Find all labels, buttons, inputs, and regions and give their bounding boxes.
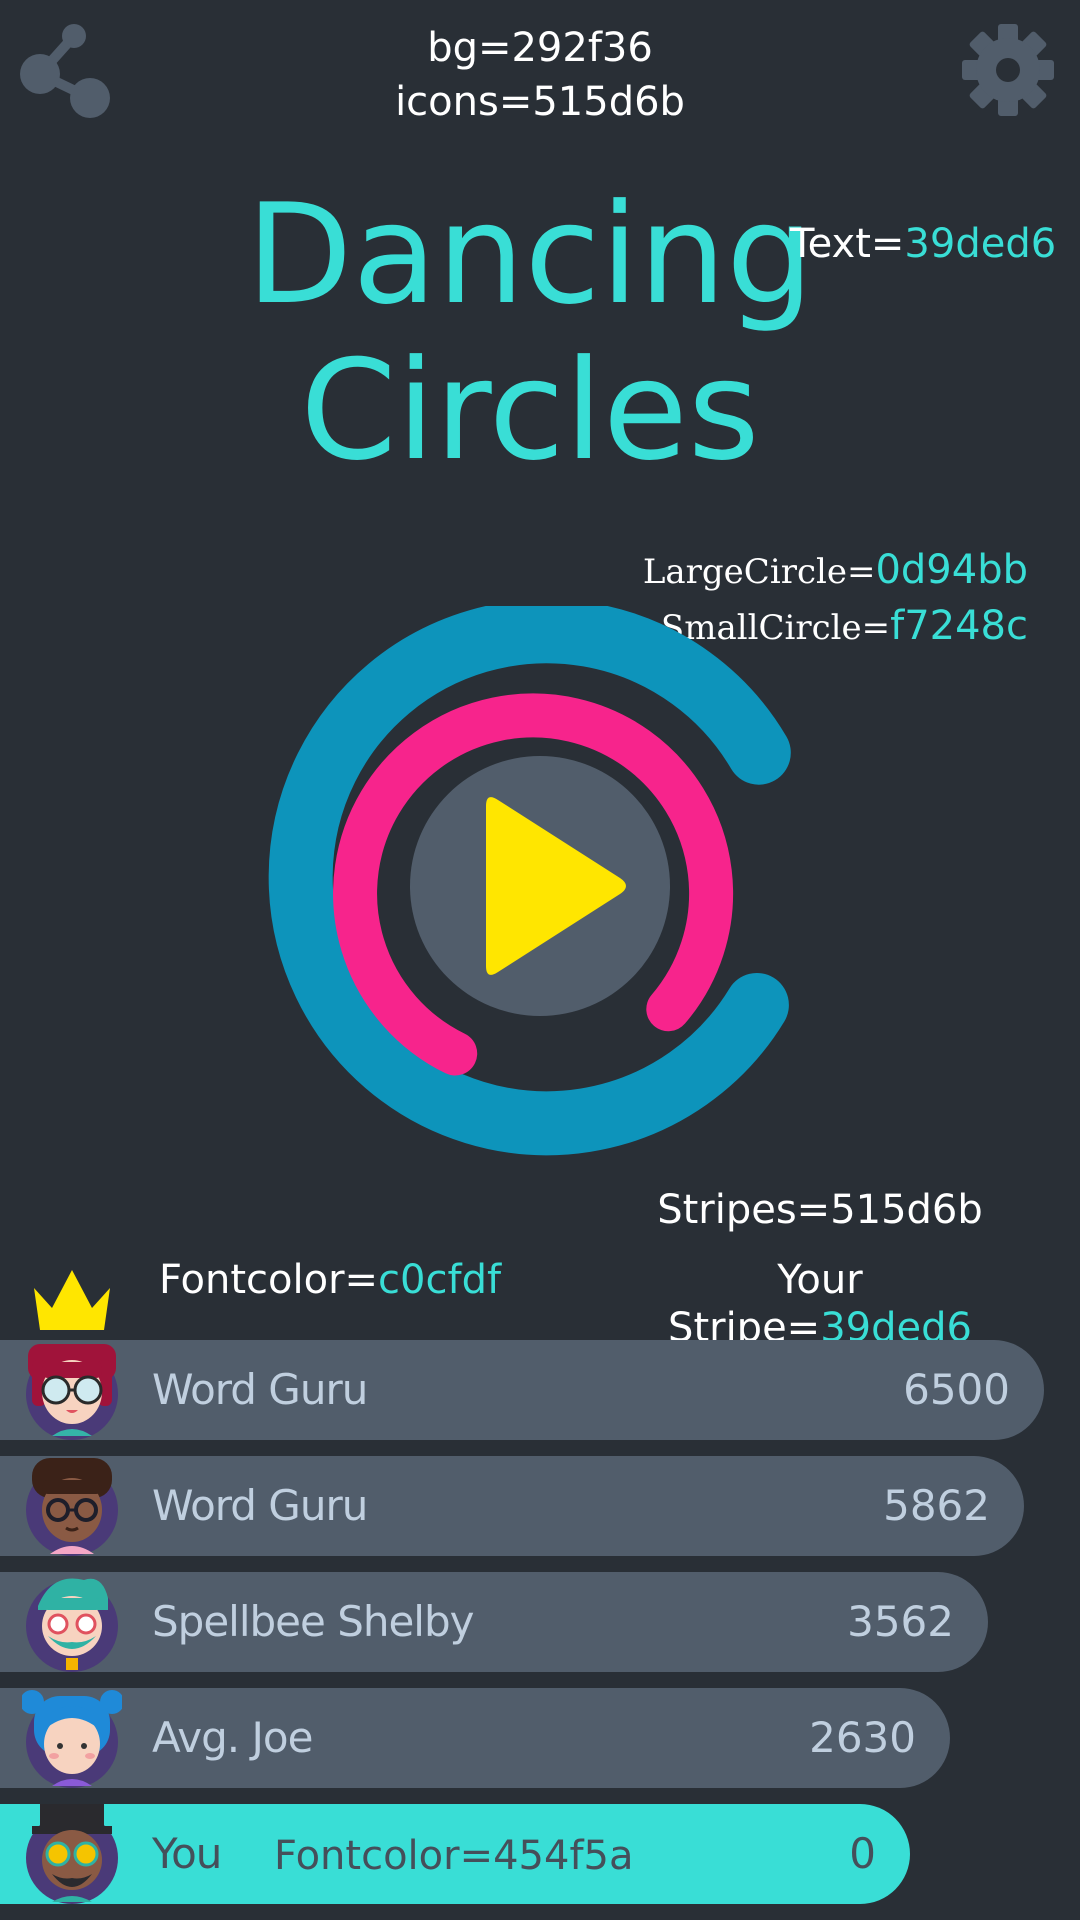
avatar [26,1458,118,1556]
small-circle-value: f7248c [890,603,1028,649]
avatar [26,1578,118,1672]
leaderboard-row-you: You Fontcolor=454f5a 0 [0,1804,910,1904]
player-score: 3562 [847,1597,954,1646]
avatar [22,1690,122,1788]
large-circle-label: LargeCircle= [642,552,876,592]
your-stripe-color-note: Your Stripe=39ded6 [620,1256,1020,1352]
crown-icon [34,1270,110,1330]
large-circle-value: 0d94bb [875,547,1028,593]
leaderboard-row: Word Guru 6500 [0,1340,1044,1440]
font-color-note: Fontcolor=c0cfdf [130,1256,530,1304]
font-color-label: Fontcolor= [158,1257,379,1303]
player-name: Word Guru [152,1481,368,1530]
background-color-note: bg=292f36 [427,25,653,71]
large-circle-color-note: LargeCircle=0d94bb [643,546,1028,596]
game-title-line-2: Circles [300,330,760,491]
text-color-label: Text= [790,221,905,267]
icons-color-note: icons=515d6b [395,79,685,125]
player-score: 6500 [903,1365,1010,1414]
font-color-value: c0cfdf [378,1257,502,1303]
player-name: Avg. Joe [152,1713,313,1762]
stripes-color-note: Stripes=515d6b [657,1187,983,1233]
player-name: You [152,1829,222,1878]
your-font-color-note: Fontcolor=454f5a [274,1833,634,1879]
game-title-line-1: Dancing [246,174,814,335]
leaderboard-row: Spellbee Shelby 3562 [0,1572,988,1672]
leaderboard-row: Word Guru 5862 [0,1456,1024,1556]
text-color-value: 39ded6 [904,221,1057,267]
player-score: 2630 [809,1713,916,1762]
player-score: 5862 [883,1481,990,1530]
play-button[interactable] [260,599,820,1166]
dancing-circles-graphic [268,599,791,1156]
avatar [26,1344,118,1440]
player-name: Word Guru [152,1365,368,1414]
leaderboard-row: Avg. Joe 2630 [0,1688,950,1788]
player-name: Spellbee Shelby [152,1597,474,1646]
avatar-you [26,1804,118,1904]
text-color-note: Text=39ded6 [790,220,1056,268]
player-score: 0 [849,1829,876,1878]
